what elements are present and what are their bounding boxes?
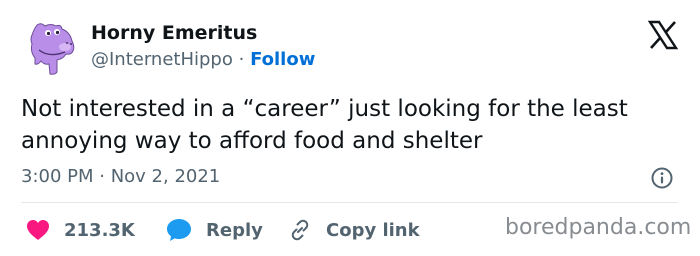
tweet-text: Not interested in a “career” just lookin… [21,96,628,154]
reply-icon [167,219,191,241]
hippo-avatar-icon [21,17,79,75]
avatar[interactable] [21,17,79,75]
reply-button[interactable]: Reply [166,216,263,244]
author-handle[interactable]: @InternetHippo [91,49,233,70]
link-icon [291,219,309,241]
tweet-timestamp[interactable]: 3:00 PM · Nov 2, 2021 [21,166,220,187]
x-logo-icon[interactable] [648,20,678,50]
like-button[interactable]: 213.3K [26,216,135,244]
reply-label: Reply [206,219,263,241]
divider [21,202,678,203]
heart-icon [27,220,49,240]
info-icon[interactable] [650,166,674,190]
handle-separator: · [238,49,245,70]
copy-link-button[interactable]: Copy link [288,216,420,244]
like-count: 213.3K [64,219,135,241]
copy-link-label: Copy link [326,219,420,241]
author-handle-line: @InternetHippo · Follow [91,49,315,70]
author-display-name[interactable]: Horny Emeritus [91,22,257,44]
follow-button[interactable]: Follow [250,49,315,70]
watermark: boredpanda.com [505,215,692,240]
